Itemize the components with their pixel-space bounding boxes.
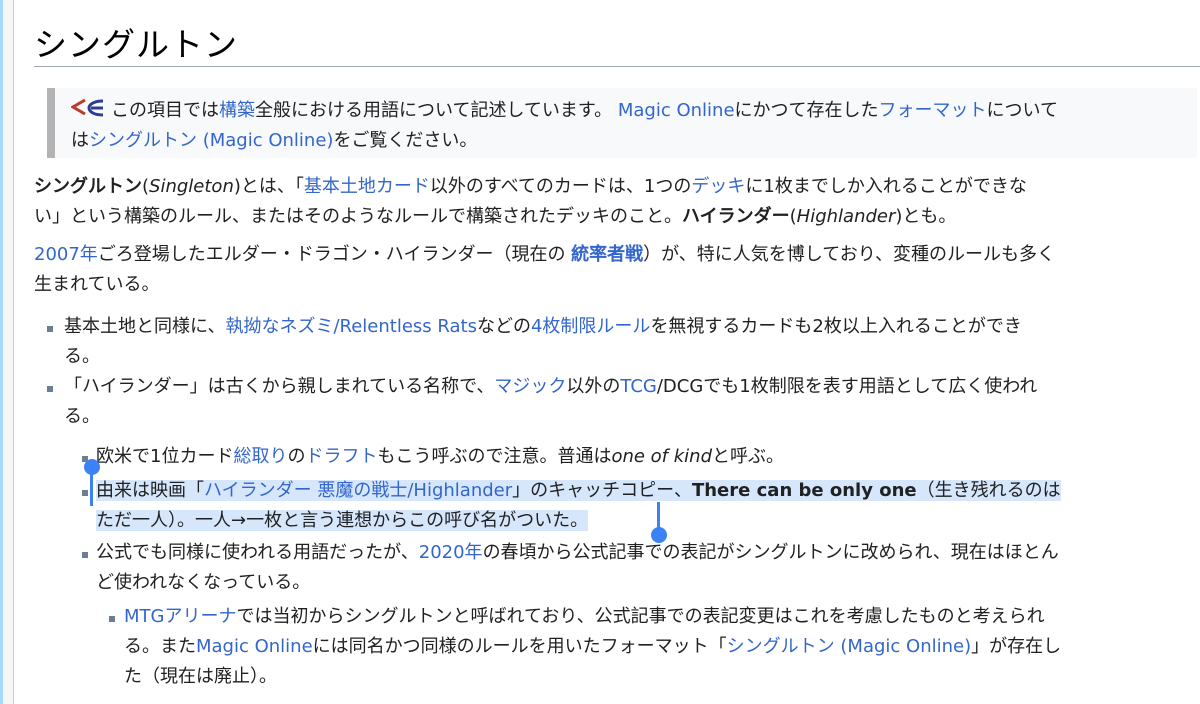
link-magic-online-2[interactable]: Magic Online bbox=[196, 636, 313, 657]
link-singleton-magic-online-2[interactable]: シングルトン (Magic Online) bbox=[727, 636, 971, 657]
text: 基本土地と同様に、 bbox=[64, 316, 226, 337]
hatnote-text: をご覧ください。 bbox=[333, 130, 478, 151]
hatnote-text: 全般における用語について記述しています。 bbox=[255, 100, 613, 121]
text: ( bbox=[142, 176, 150, 197]
text: る。 bbox=[64, 346, 100, 367]
hatnote-text: について bbox=[986, 100, 1058, 121]
bullet-icon bbox=[47, 386, 53, 392]
text: を無視するカードも2枚以上入れることができ bbox=[650, 316, 1022, 337]
text: ）が、特に人気を博しており、変種のルールも多く bbox=[643, 244, 1056, 265]
article-page: シングルトン この項目では構築全般における用語について記述しています。 Magi… bbox=[13, 0, 1200, 704]
text: 「ハイランダー」は古くから親しまれている名称で、 bbox=[64, 376, 495, 397]
list-item: MTGアリーナでは当初からシングルトンと呼ばれており、公式記事での表記変更はこれ… bbox=[34, 602, 1194, 692]
text: ど使われなくなっている。 bbox=[96, 572, 311, 593]
text: 以外のすべてのカードは、1つの bbox=[429, 176, 692, 197]
text: る。 bbox=[64, 406, 100, 427]
link-kouchiku[interactable]: 構築 bbox=[219, 100, 255, 121]
text: では当初からシングルトンと呼ばれており、公式記事での表記変更はこれを考慮したもの… bbox=[236, 606, 1045, 627]
text: と呼ぶ。 bbox=[712, 446, 784, 467]
link-magic[interactable]: マジック bbox=[494, 376, 566, 397]
link-4-copy-rule[interactable]: 4枚制限ルール bbox=[531, 316, 650, 337]
page-title: シングルトン bbox=[34, 25, 238, 64]
selected-text[interactable]: ただ一人）。一人→一枚と言う連想からこの呼び名がついた。 bbox=[96, 510, 589, 531]
text: （生き残れるのは bbox=[916, 480, 1061, 501]
hatnote-text: この項目では bbox=[111, 100, 219, 121]
list-item: 基本土地と同様に、執拗なネズミ/Relentless Ratsなどの4枚制限ルー… bbox=[34, 312, 1194, 372]
text: 生まれている。 bbox=[34, 274, 160, 295]
intro-paragraph: シングルトン(Singleton)とは、「基本土地カード以外のすべてのカードは、… bbox=[34, 172, 1194, 232]
link-singleton-magic-online[interactable]: シングルトン (Magic Online) bbox=[89, 130, 333, 151]
text: の春頃から公式記事での表記がシングルトンに改められ、現在はほとん bbox=[482, 542, 1059, 563]
term-highlander-en: Highlander bbox=[796, 206, 896, 227]
text: /DCGでも1枚制限を表す用語として広く使われ bbox=[656, 376, 1038, 397]
link-commander[interactable]: 統率者戦 bbox=[571, 244, 643, 265]
text: もこう呼ぶので注意。普通は bbox=[377, 446, 612, 467]
list-item-selected: 由来は映画「ハイランダー 悪魔の戦士/Highlander」のキャッチコピー、T… bbox=[34, 476, 1194, 536]
text: に1枚までしか入れることができな bbox=[745, 176, 1027, 197]
selection-start-caret bbox=[90, 470, 93, 506]
text: い」という構築のルール、またはそのようなルールで構築されたデッキのこと。 bbox=[34, 206, 682, 227]
text: 公式でも同様に使われる用語だったが、 bbox=[96, 542, 419, 563]
hatnote-text: にかつて存在した bbox=[734, 100, 879, 121]
wikimedia-disambig-icon bbox=[71, 98, 104, 117]
link-relentless-rats[interactable]: 執拗なネズミ/Relentless Rats bbox=[225, 316, 477, 337]
bullet-icon bbox=[82, 490, 88, 496]
text: 以外の bbox=[566, 376, 621, 397]
text: 欧米で1位カード bbox=[96, 446, 234, 467]
text: た（現在は廃止）。 bbox=[124, 666, 277, 687]
text: の bbox=[287, 446, 306, 467]
term-highlander: ハイランダー bbox=[682, 206, 790, 227]
text: ( bbox=[789, 206, 797, 227]
term-one-of-kind: one of kind bbox=[611, 446, 712, 467]
text: 由来は映画「 bbox=[96, 480, 204, 501]
link-magic-online[interactable]: Magic Online bbox=[618, 100, 735, 121]
bullet-icon bbox=[109, 616, 115, 622]
text: ごろ登場したエルダー・ドラゴン・ハイランダー（現在の bbox=[97, 244, 572, 265]
selected-text[interactable]: 由来は映画「ハイランダー 悪魔の戦士/Highlander」のキャッチコピー、T… bbox=[96, 480, 1061, 501]
text: る。また bbox=[124, 636, 196, 657]
text: 」のキャッチコピー、 bbox=[512, 480, 692, 501]
link-tcg[interactable]: TCG bbox=[620, 376, 656, 397]
term-singleton-en: Singleton bbox=[149, 176, 234, 197]
term-tagline: There can be only one bbox=[691, 480, 917, 501]
link-draft[interactable]: ドラフト bbox=[305, 446, 377, 467]
list-item: 欧米で1位カード総取りのドラフトもこう呼ぶので注意。普通はone of kind… bbox=[34, 442, 1194, 472]
link-highlander-film[interactable]: ハイランダー 悪魔の戦士/Highlander bbox=[204, 480, 512, 501]
text: などの bbox=[476, 316, 531, 337]
term-singleton: シングルトン bbox=[34, 176, 142, 197]
link-basic-land[interactable]: 基本土地カード bbox=[304, 176, 430, 197]
list-item: 公式でも同様に使われる用語だったが、2020年の春頃から公式記事での表記がシング… bbox=[34, 538, 1194, 598]
title-divider bbox=[34, 66, 1200, 67]
link-format[interactable]: フォーマット bbox=[879, 100, 987, 121]
text: 」が存在し bbox=[971, 636, 1062, 657]
text: )とも。 bbox=[895, 206, 957, 227]
list-item: 「ハイランダー」は古くから親しまれている名称で、マジック以外のTCG/DCGでも… bbox=[34, 372, 1194, 432]
hatnote-text: は bbox=[71, 130, 89, 151]
bullet-icon bbox=[47, 326, 53, 332]
text: )とは、「 bbox=[233, 176, 304, 197]
text: には同名かつ同様のルールを用いたフォーマット「 bbox=[312, 636, 727, 657]
link-deck[interactable]: デッキ bbox=[691, 176, 745, 197]
history-paragraph: 2007年ごろ登場したエルダー・ドラゴン・ハイランダー（現在の 統率者戦）が、特… bbox=[34, 240, 1194, 300]
hatnote: この項目では構築全般における用語について記述しています。 Magic Onlin… bbox=[47, 88, 1197, 158]
bullet-icon bbox=[82, 552, 88, 558]
text: ただ一人）。一人→一枚と言う連想からこの呼び名がついた。 bbox=[96, 510, 589, 531]
link-2020[interactable]: 2020年 bbox=[419, 542, 483, 563]
link-sotori[interactable]: 総取り bbox=[233, 446, 287, 467]
link-2007[interactable]: 2007年 bbox=[34, 244, 98, 265]
link-mtg-arena[interactable]: MTGアリーナ bbox=[124, 606, 236, 627]
